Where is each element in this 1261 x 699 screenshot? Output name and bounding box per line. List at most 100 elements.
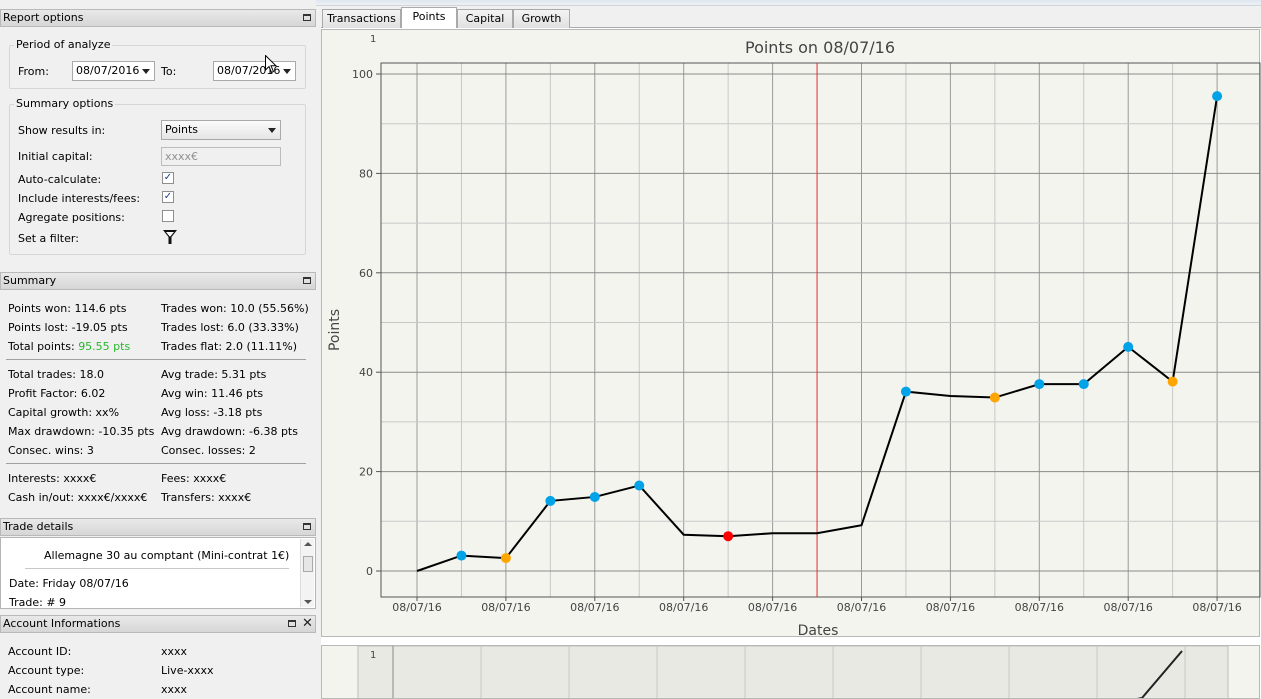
- total-trades: Total trades: 18.0: [8, 368, 104, 381]
- trade-instrument: Allemagne 30 au comptant (Mini-contrat 1…: [44, 549, 290, 562]
- x-axis-label: Dates: [798, 623, 839, 638]
- data-point-flat: [500, 553, 511, 564]
- tab-capital[interactable]: Capital: [457, 9, 513, 28]
- x-tick-label: 08/07/16: [748, 601, 797, 614]
- trades-lost: Trades lost: 6.0 (33.33%): [161, 321, 299, 334]
- data-point-win: [456, 550, 467, 561]
- account-name-value: xxxx: [161, 683, 188, 696]
- show-results-value: Points: [165, 123, 199, 136]
- account-name-label: Account name:: [8, 683, 91, 696]
- transfers: Transfers: xxxx€: [161, 491, 252, 504]
- data-point-win: [900, 386, 911, 397]
- overview-chart-svg[interactable]: 1: [322, 646, 1260, 699]
- close-icon[interactable]: ✕: [302, 617, 313, 630]
- x-tick-label: 08/07/16: [1015, 601, 1064, 614]
- to-date-combo[interactable]: 08/07/2016: [213, 61, 296, 81]
- trade-date: Date: Friday 08/07/16: [9, 577, 129, 590]
- profit-factor: Profit Factor: 6.02: [8, 387, 106, 400]
- y-tick-label: 20: [359, 466, 373, 479]
- trades-won: Trades won: 10.0 (55.56%): [161, 302, 309, 315]
- data-point-win: [1212, 91, 1223, 102]
- scroll-thumb[interactable]: [303, 556, 313, 572]
- report-options-title: Report options: [3, 11, 84, 24]
- tab-points[interactable]: Points: [401, 7, 457, 28]
- max-drawdown: Max drawdown: -10.35 pts: [8, 425, 155, 438]
- avg-trade: Avg trade: 5.31 pts: [161, 368, 267, 381]
- data-point-flat: [1167, 376, 1178, 387]
- summary-title: Summary: [3, 274, 57, 287]
- account-title: Account Informations: [3, 617, 121, 630]
- check-icon: ✓: [163, 172, 173, 183]
- summary-titlebar[interactable]: Summary: [0, 272, 316, 290]
- initial-capital-placeholder: xxxx€: [165, 150, 199, 163]
- points-won: Points won: 114.6 pts: [8, 302, 127, 315]
- points-chart[interactable]: Points on 08/07/16 Dates Points 1 0 20 40 6…: [322, 30, 1261, 639]
- float-icon[interactable]: [287, 619, 297, 629]
- total-points-value: 95.55 pts: [78, 340, 131, 353]
- initial-capital-label: Initial capital:: [18, 150, 93, 163]
- data-point-win: [1034, 379, 1045, 390]
- tab-label: Capital: [465, 12, 505, 25]
- overview-corner-text: 1: [370, 650, 376, 661]
- tab-label: Transactions: [327, 12, 396, 25]
- points-lost: Points lost: -19.05 pts: [8, 321, 128, 334]
- total-points-label: Total points:: [8, 340, 75, 353]
- float-icon[interactable]: [302, 13, 312, 23]
- cash-in-out: Cash in/out: xxxx€/xxxx€: [8, 491, 148, 504]
- trades-flat: Trades flat: 2.0 (11.11%): [161, 340, 298, 353]
- from-label: From:: [18, 65, 49, 78]
- trade-divider: [25, 568, 289, 569]
- tab-label: Points: [412, 10, 446, 23]
- set-filter-label: Set a filter:: [18, 232, 79, 245]
- tab-growth[interactable]: Growth: [513, 9, 570, 28]
- data-point-win: [634, 480, 645, 491]
- account-type-label: Account type:: [8, 664, 85, 677]
- trade-details-title: Trade details: [3, 520, 74, 533]
- chevron-down-icon: [142, 69, 150, 74]
- x-tick-label: 08/07/16: [837, 601, 886, 614]
- include-interests-label: Include interests/fees:: [18, 192, 141, 205]
- trade-details-scrollbar[interactable]: [300, 539, 314, 607]
- aggregate-positions-checkbox[interactable]: [162, 210, 174, 222]
- x-tick-label: 08/07/16: [1103, 601, 1152, 614]
- chart-title: Points on 08/07/16: [745, 38, 895, 57]
- x-tick-label: 08/07/16: [481, 601, 530, 614]
- include-interests-checkbox[interactable]: ✓: [162, 191, 174, 203]
- left-dock-area: Report options Period of analyze From: 0…: [0, 0, 316, 699]
- filter-icon[interactable]: [162, 229, 178, 245]
- capital-growth: Capital growth: xx%: [8, 406, 120, 419]
- show-results-label: Show results in:: [18, 124, 106, 137]
- trade-details-panel[interactable]: Allemagne 30 au comptant (Mini-contrat 1…: [0, 537, 316, 609]
- report-options-titlebar[interactable]: Report options: [0, 9, 316, 27]
- trade-details-titlebar[interactable]: Trade details: [0, 518, 316, 536]
- scroll-up-icon[interactable]: [304, 542, 312, 546]
- summary-divider: [6, 359, 306, 360]
- avg-drawdown: Avg drawdown: -6.38 pts: [161, 425, 298, 438]
- data-point-win: [589, 491, 600, 502]
- y-tick-label: 0: [366, 565, 373, 578]
- from-date-value: 08/07/2016: [76, 64, 140, 77]
- account-titlebar[interactable]: Account Informations ✕: [0, 615, 316, 633]
- float-icon[interactable]: [302, 276, 312, 286]
- x-tick-label: 08/07/16: [926, 601, 975, 614]
- auto-calculate-label: Auto-calculate:: [18, 173, 102, 186]
- overview-chart[interactable]: 1: [321, 645, 1260, 699]
- from-date-combo[interactable]: 08/07/2016: [72, 61, 155, 81]
- x-tick-label: 08/07/16: [659, 601, 708, 614]
- tab-transactions[interactable]: Transactions: [322, 9, 401, 28]
- show-results-combo[interactable]: Points: [161, 120, 281, 140]
- scroll-down-icon[interactable]: [304, 600, 312, 604]
- auto-calculate-checkbox[interactable]: ✓: [162, 172, 174, 184]
- y-tick-label: 100: [352, 68, 373, 81]
- avg-win: Avg win: 11.46 pts: [161, 387, 264, 400]
- x-tick-label: 08/07/16: [392, 601, 441, 614]
- chevron-down-icon: [268, 128, 276, 133]
- initial-capital-input[interactable]: xxxx€: [161, 147, 281, 166]
- trade-number: Trade: # 9: [9, 596, 67, 609]
- total-points: Total points: 95.55 pts: [8, 340, 130, 353]
- chart-corner-text: 1: [370, 34, 376, 45]
- chevron-down-icon: [283, 69, 291, 74]
- float-icon[interactable]: [302, 522, 312, 532]
- consec-losses: Consec. losses: 2: [161, 444, 256, 457]
- points-chart-frame[interactable]: Points on 08/07/16 Dates Points 1 0 20 40 6…: [321, 29, 1261, 639]
